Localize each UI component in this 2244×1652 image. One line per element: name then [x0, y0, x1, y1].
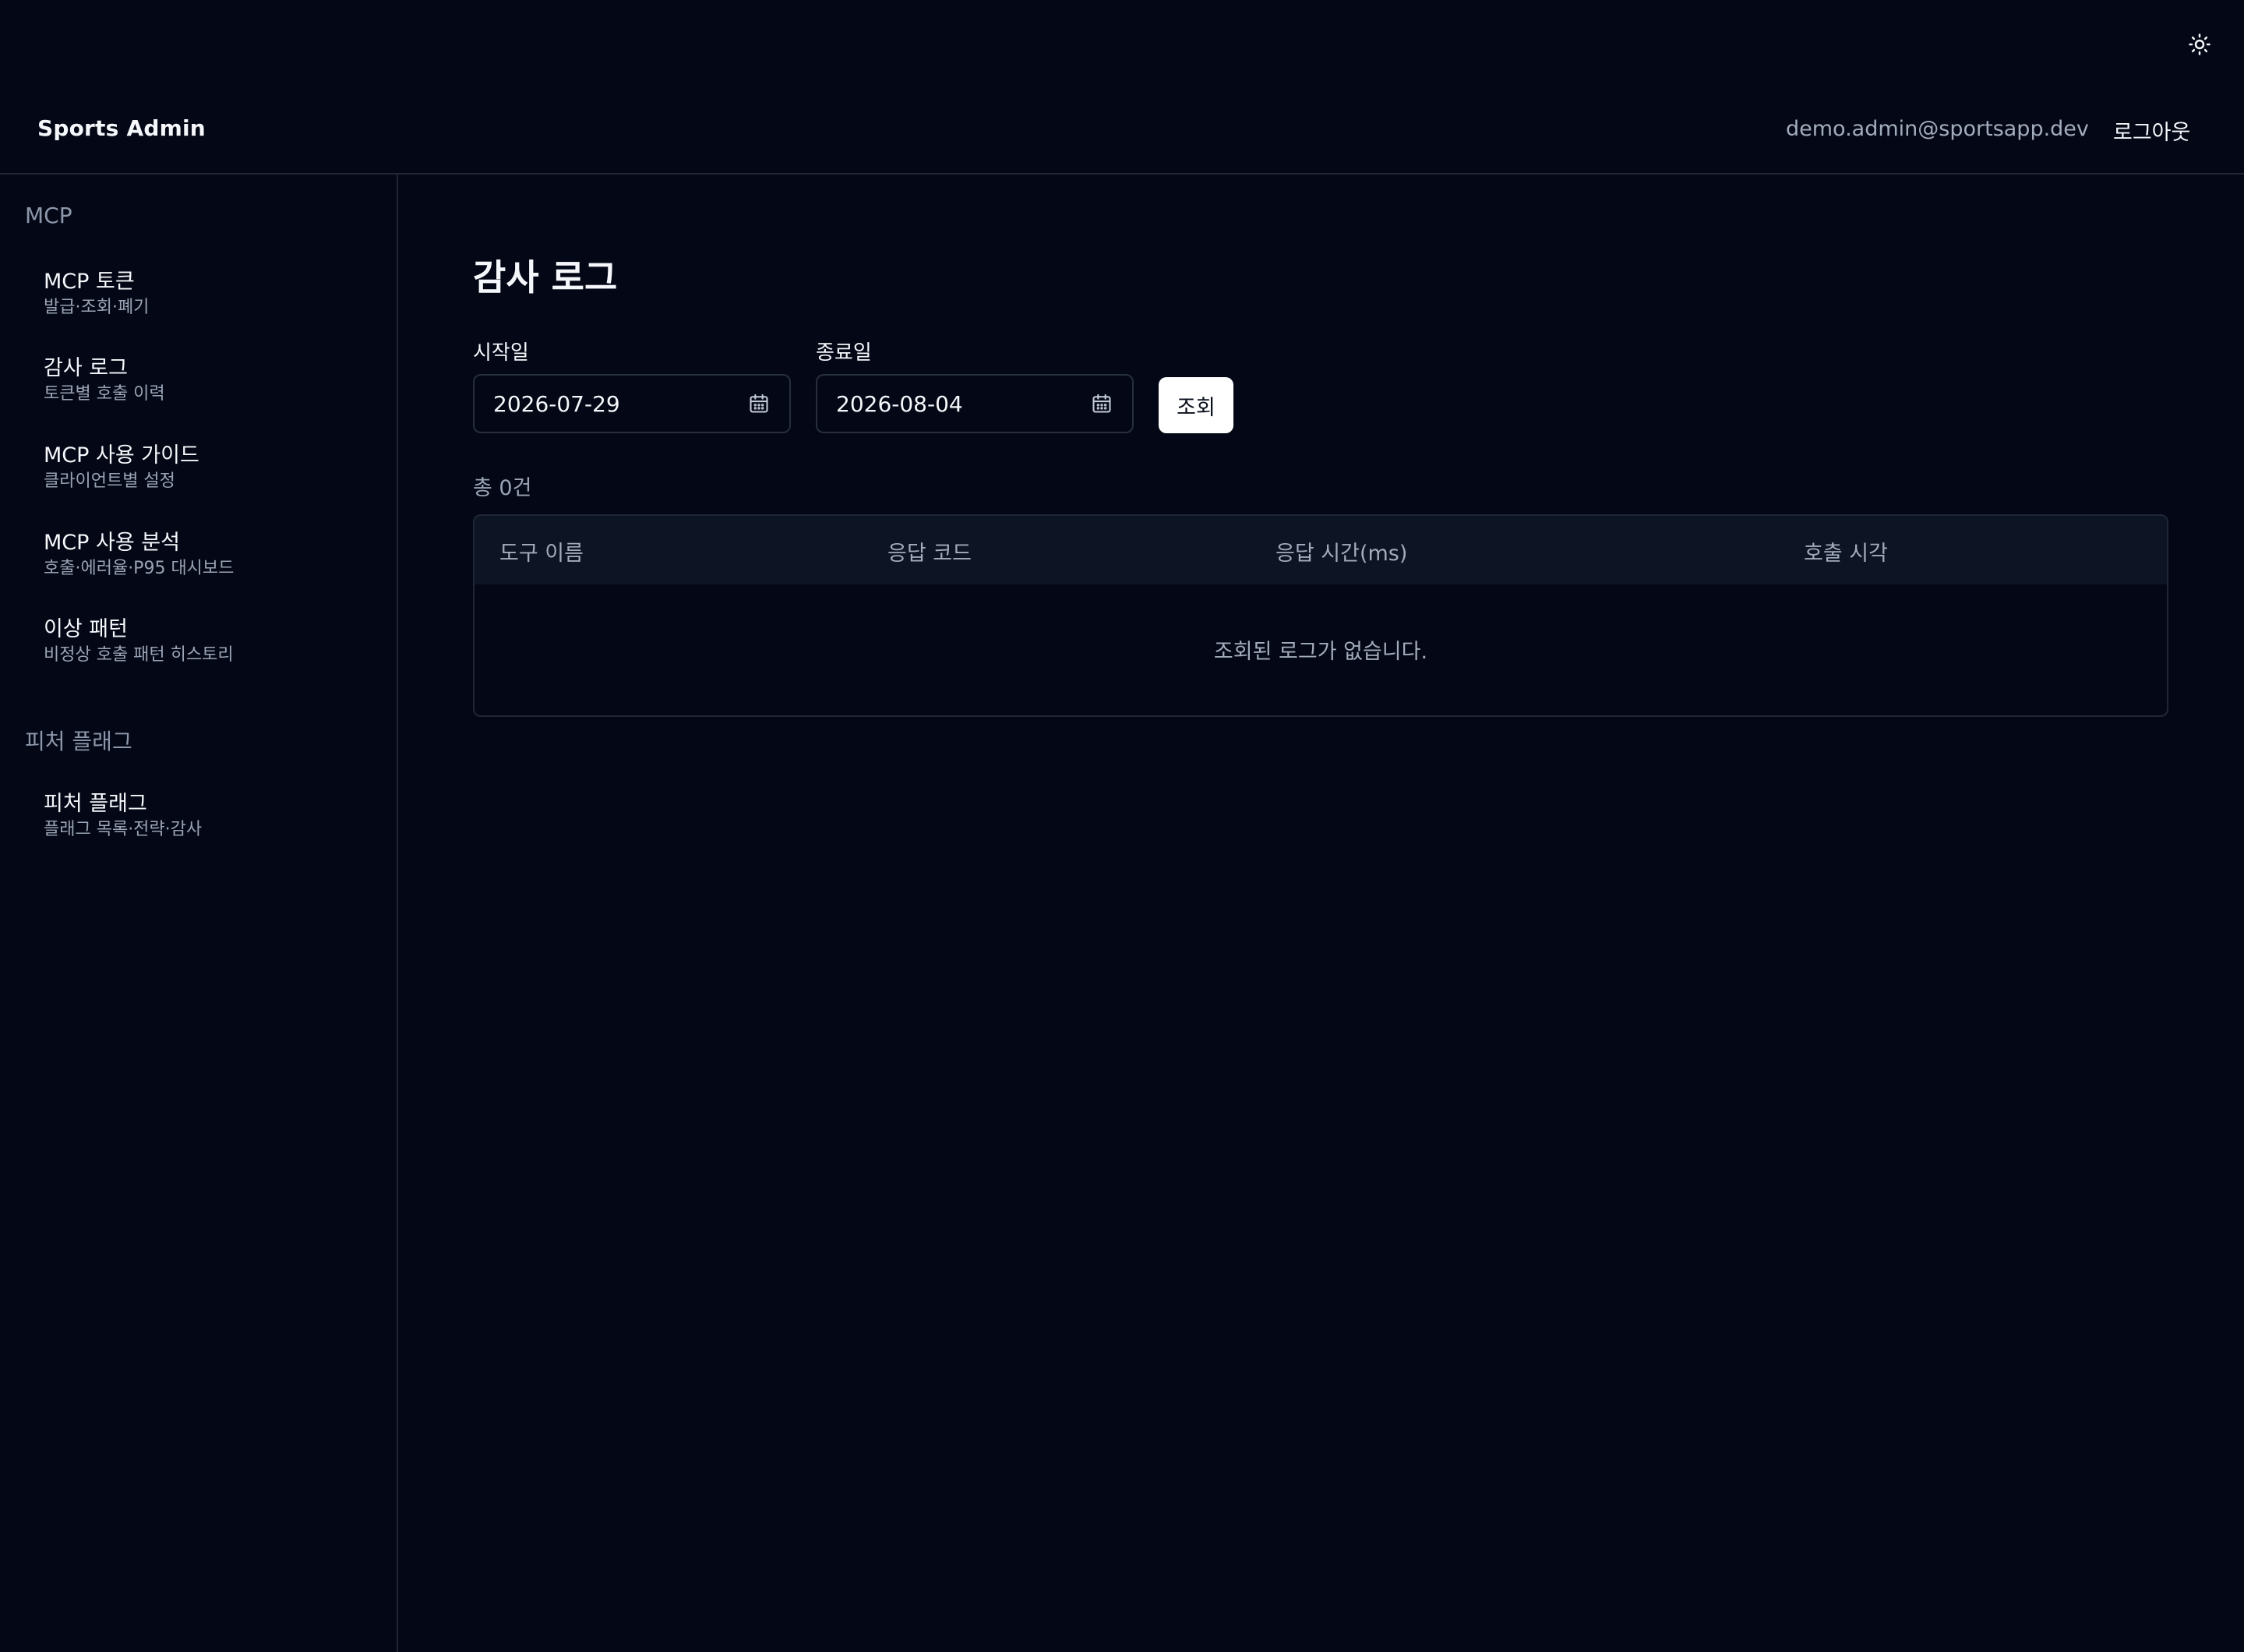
sidebar-item-desc: 토큰별 호출 이력	[44, 384, 165, 404]
brand-title[interactable]: Sports Admin	[37, 115, 206, 141]
audit-log-table: 도구 이름 응답 코드 응답 시간(ms) 호출 시각 조회된 로그가 없습니다…	[473, 514, 2168, 717]
column-header-called-at: 호출 시각	[1804, 542, 1888, 566]
end-date-value: 2026-08-04	[836, 390, 963, 417]
start-date-value: 2026-07-29	[493, 390, 620, 417]
app-header: Sports Admin demo.admin@sportsapp.dev 로그…	[0, 86, 2244, 175]
sidebar-item-label: 피처 플래그	[44, 792, 147, 816]
sidebar-item-audit-log[interactable]: 감사 로그 토큰별 호출 이력	[31, 348, 374, 423]
end-date-input[interactable]: 2026-08-04	[816, 374, 1134, 433]
sun-icon	[2189, 34, 2210, 55]
sidebar-item-anomaly[interactable]: 이상 패턴 비정상 호출 패턴 히스토리	[31, 609, 374, 684]
sidebar-item-desc: 비정상 호출 패턴 히스토리	[44, 645, 234, 665]
sidebar-item-mcp-analytics[interactable]: MCP 사용 분석 호출·에러율·P95 대시보드	[31, 523, 374, 598]
sidebar-item-mcp-guide[interactable]: MCP 사용 가이드 클라이언트별 설정	[31, 436, 374, 510]
sidebar-item-label: MCP 토큰	[44, 270, 135, 294]
column-header-response-time: 응답 시간(ms)	[1275, 542, 1408, 566]
empty-state-message: 조회된 로그가 없습니다.	[1213, 640, 1428, 664]
page-title: 감사 로그	[473, 256, 618, 298]
end-date-label: 종료일	[816, 341, 872, 365]
user-email: demo.admin@sportsapp.dev	[1786, 117, 2089, 141]
column-header-response-code: 응답 코드	[887, 542, 972, 566]
sidebar-item-desc: 플래그 목록·전략·감사	[44, 820, 203, 839]
sidebar-item-label: 이상 패턴	[44, 617, 128, 641]
sidebar-item-label: MCP 사용 분석	[44, 531, 180, 555]
logout-button[interactable]: 로그아웃	[2113, 115, 2190, 146]
calendar-icon[interactable]	[1090, 392, 1113, 415]
sidebar-item-label: 감사 로그	[44, 356, 128, 380]
column-header-tool-name: 도구 이름	[499, 542, 584, 566]
theme-toggle-button[interactable]	[2183, 28, 2216, 61]
app-root: Sports Admin demo.admin@sportsapp.dev 로그…	[0, 0, 2244, 1652]
sidebar-item-desc: 호출·에러율·P95 대시보드	[44, 559, 235, 578]
sidebar: MCP MCP 토큰 발급·조회·폐기 감사 로그 토큰별 호출 이력 MCP …	[0, 175, 398, 1652]
total-count: 총 0건	[473, 476, 532, 500]
table-header-row: 도구 이름 응답 코드 응답 시간(ms) 호출 시각	[475, 516, 2167, 584]
start-date-label: 시작일	[473, 341, 529, 365]
sidebar-item-desc: 발급·조회·폐기	[44, 298, 150, 317]
sidebar-section-mcp: MCP	[25, 203, 72, 228]
sidebar-section-feature-flag: 피처 플래그	[25, 729, 132, 754]
main-content: 감사 로그 시작일 2026-07-29 종료일 2026-08-04 조회 총…	[398, 175, 2244, 1652]
calendar-icon[interactable]	[747, 392, 771, 415]
sidebar-item-desc: 클라이언트별 설정	[44, 471, 175, 491]
sidebar-item-feature-flag[interactable]: 피처 플래그 플래그 목록·전략·감사	[31, 784, 374, 859]
start-date-input[interactable]: 2026-07-29	[473, 374, 791, 433]
sidebar-item-label: MCP 사용 가이드	[44, 443, 199, 468]
sidebar-item-mcp-token[interactable]: MCP 토큰 발급·조회·폐기	[31, 262, 374, 337]
search-button[interactable]: 조회	[1159, 377, 1233, 433]
